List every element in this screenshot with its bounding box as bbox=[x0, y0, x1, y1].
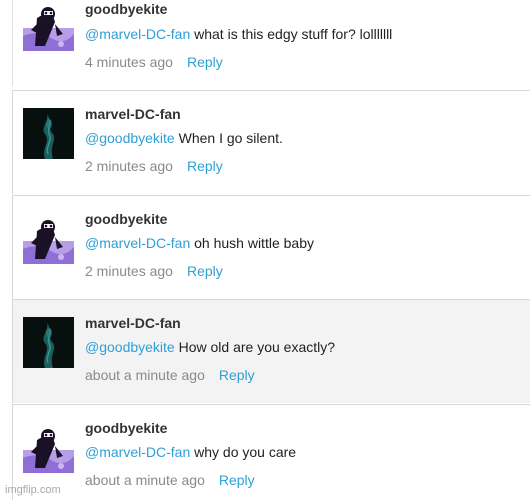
comment-timestamp: 2 minutes ago bbox=[85, 263, 173, 279]
comment-text: what is this edgy stuff for? lolllllll bbox=[190, 26, 393, 42]
comment-body: @goodbyekite How old are you exactly? bbox=[85, 339, 335, 355]
comment-timestamp: 4 minutes ago bbox=[85, 54, 173, 70]
mention-link[interactable]: @goodbyekite bbox=[85, 339, 175, 355]
mention-link[interactable]: @marvel-DC-fan bbox=[85, 444, 190, 460]
reply-button[interactable]: Reply bbox=[219, 367, 255, 383]
comment-author[interactable]: goodbyekite bbox=[85, 211, 167, 227]
comment: goodbyekite @marvel-DC-fan what is this … bbox=[12, 0, 530, 86]
reply-button[interactable]: Reply bbox=[219, 472, 255, 488]
comment-thread: goodbyekite @marvel-DC-fan what is this … bbox=[0, 0, 530, 500]
comment: marvel-DC-fan @goodbyekite When I go sil… bbox=[12, 90, 530, 194]
reply-button[interactable]: Reply bbox=[187, 54, 223, 70]
comment-timestamp: about a minute ago bbox=[85, 367, 205, 383]
comment-body: @marvel-DC-fan why do you care bbox=[85, 444, 296, 460]
comment-text: oh hush wittle baby bbox=[190, 235, 314, 251]
comment-timestamp: about a minute ago bbox=[85, 472, 205, 488]
comment-meta: about a minute ago Reply bbox=[85, 472, 255, 488]
comment-body: @marvel-DC-fan what is this edgy stuff f… bbox=[85, 26, 392, 42]
comment: marvel-DC-fan @goodbyekite How old are y… bbox=[12, 299, 530, 403]
mention-link[interactable]: @marvel-DC-fan bbox=[85, 26, 190, 42]
mention-link[interactable]: @marvel-DC-fan bbox=[85, 235, 190, 251]
comment-author[interactable]: marvel-DC-fan bbox=[85, 106, 181, 122]
comment-body: @marvel-DC-fan oh hush wittle baby bbox=[85, 235, 314, 251]
comment-meta: 2 minutes ago Reply bbox=[85, 158, 223, 174]
purple-character-avatar[interactable] bbox=[23, 0, 74, 51]
comment-meta: 4 minutes ago Reply bbox=[85, 54, 223, 70]
comment-meta: about a minute ago Reply bbox=[85, 367, 255, 383]
mention-link[interactable]: @goodbyekite bbox=[85, 130, 175, 146]
dark-smoke-avatar[interactable] bbox=[23, 317, 74, 368]
comment-body: @goodbyekite When I go silent. bbox=[85, 130, 283, 146]
purple-character-avatar[interactable] bbox=[23, 422, 74, 473]
dark-smoke-avatar[interactable] bbox=[23, 108, 74, 159]
comment: goodbyekite @marvel-DC-fan why do you ca… bbox=[12, 404, 530, 500]
reply-button[interactable]: Reply bbox=[187, 158, 223, 174]
watermark: imgflip.com bbox=[5, 484, 61, 496]
comment-timestamp: 2 minutes ago bbox=[85, 158, 173, 174]
comment-text: why do you care bbox=[190, 444, 297, 460]
comment-author[interactable]: goodbyekite bbox=[85, 1, 167, 17]
comment-text: When I go silent. bbox=[174, 130, 283, 146]
comment-author[interactable]: marvel-DC-fan bbox=[85, 315, 181, 331]
comment: goodbyekite @marvel-DC-fan oh hush wittl… bbox=[12, 195, 530, 299]
purple-character-avatar[interactable] bbox=[23, 213, 74, 264]
comment-meta: 2 minutes ago Reply bbox=[85, 263, 223, 279]
comment-text: How old are you exactly? bbox=[174, 339, 336, 355]
comment-author[interactable]: goodbyekite bbox=[85, 420, 167, 436]
reply-button[interactable]: Reply bbox=[187, 263, 223, 279]
